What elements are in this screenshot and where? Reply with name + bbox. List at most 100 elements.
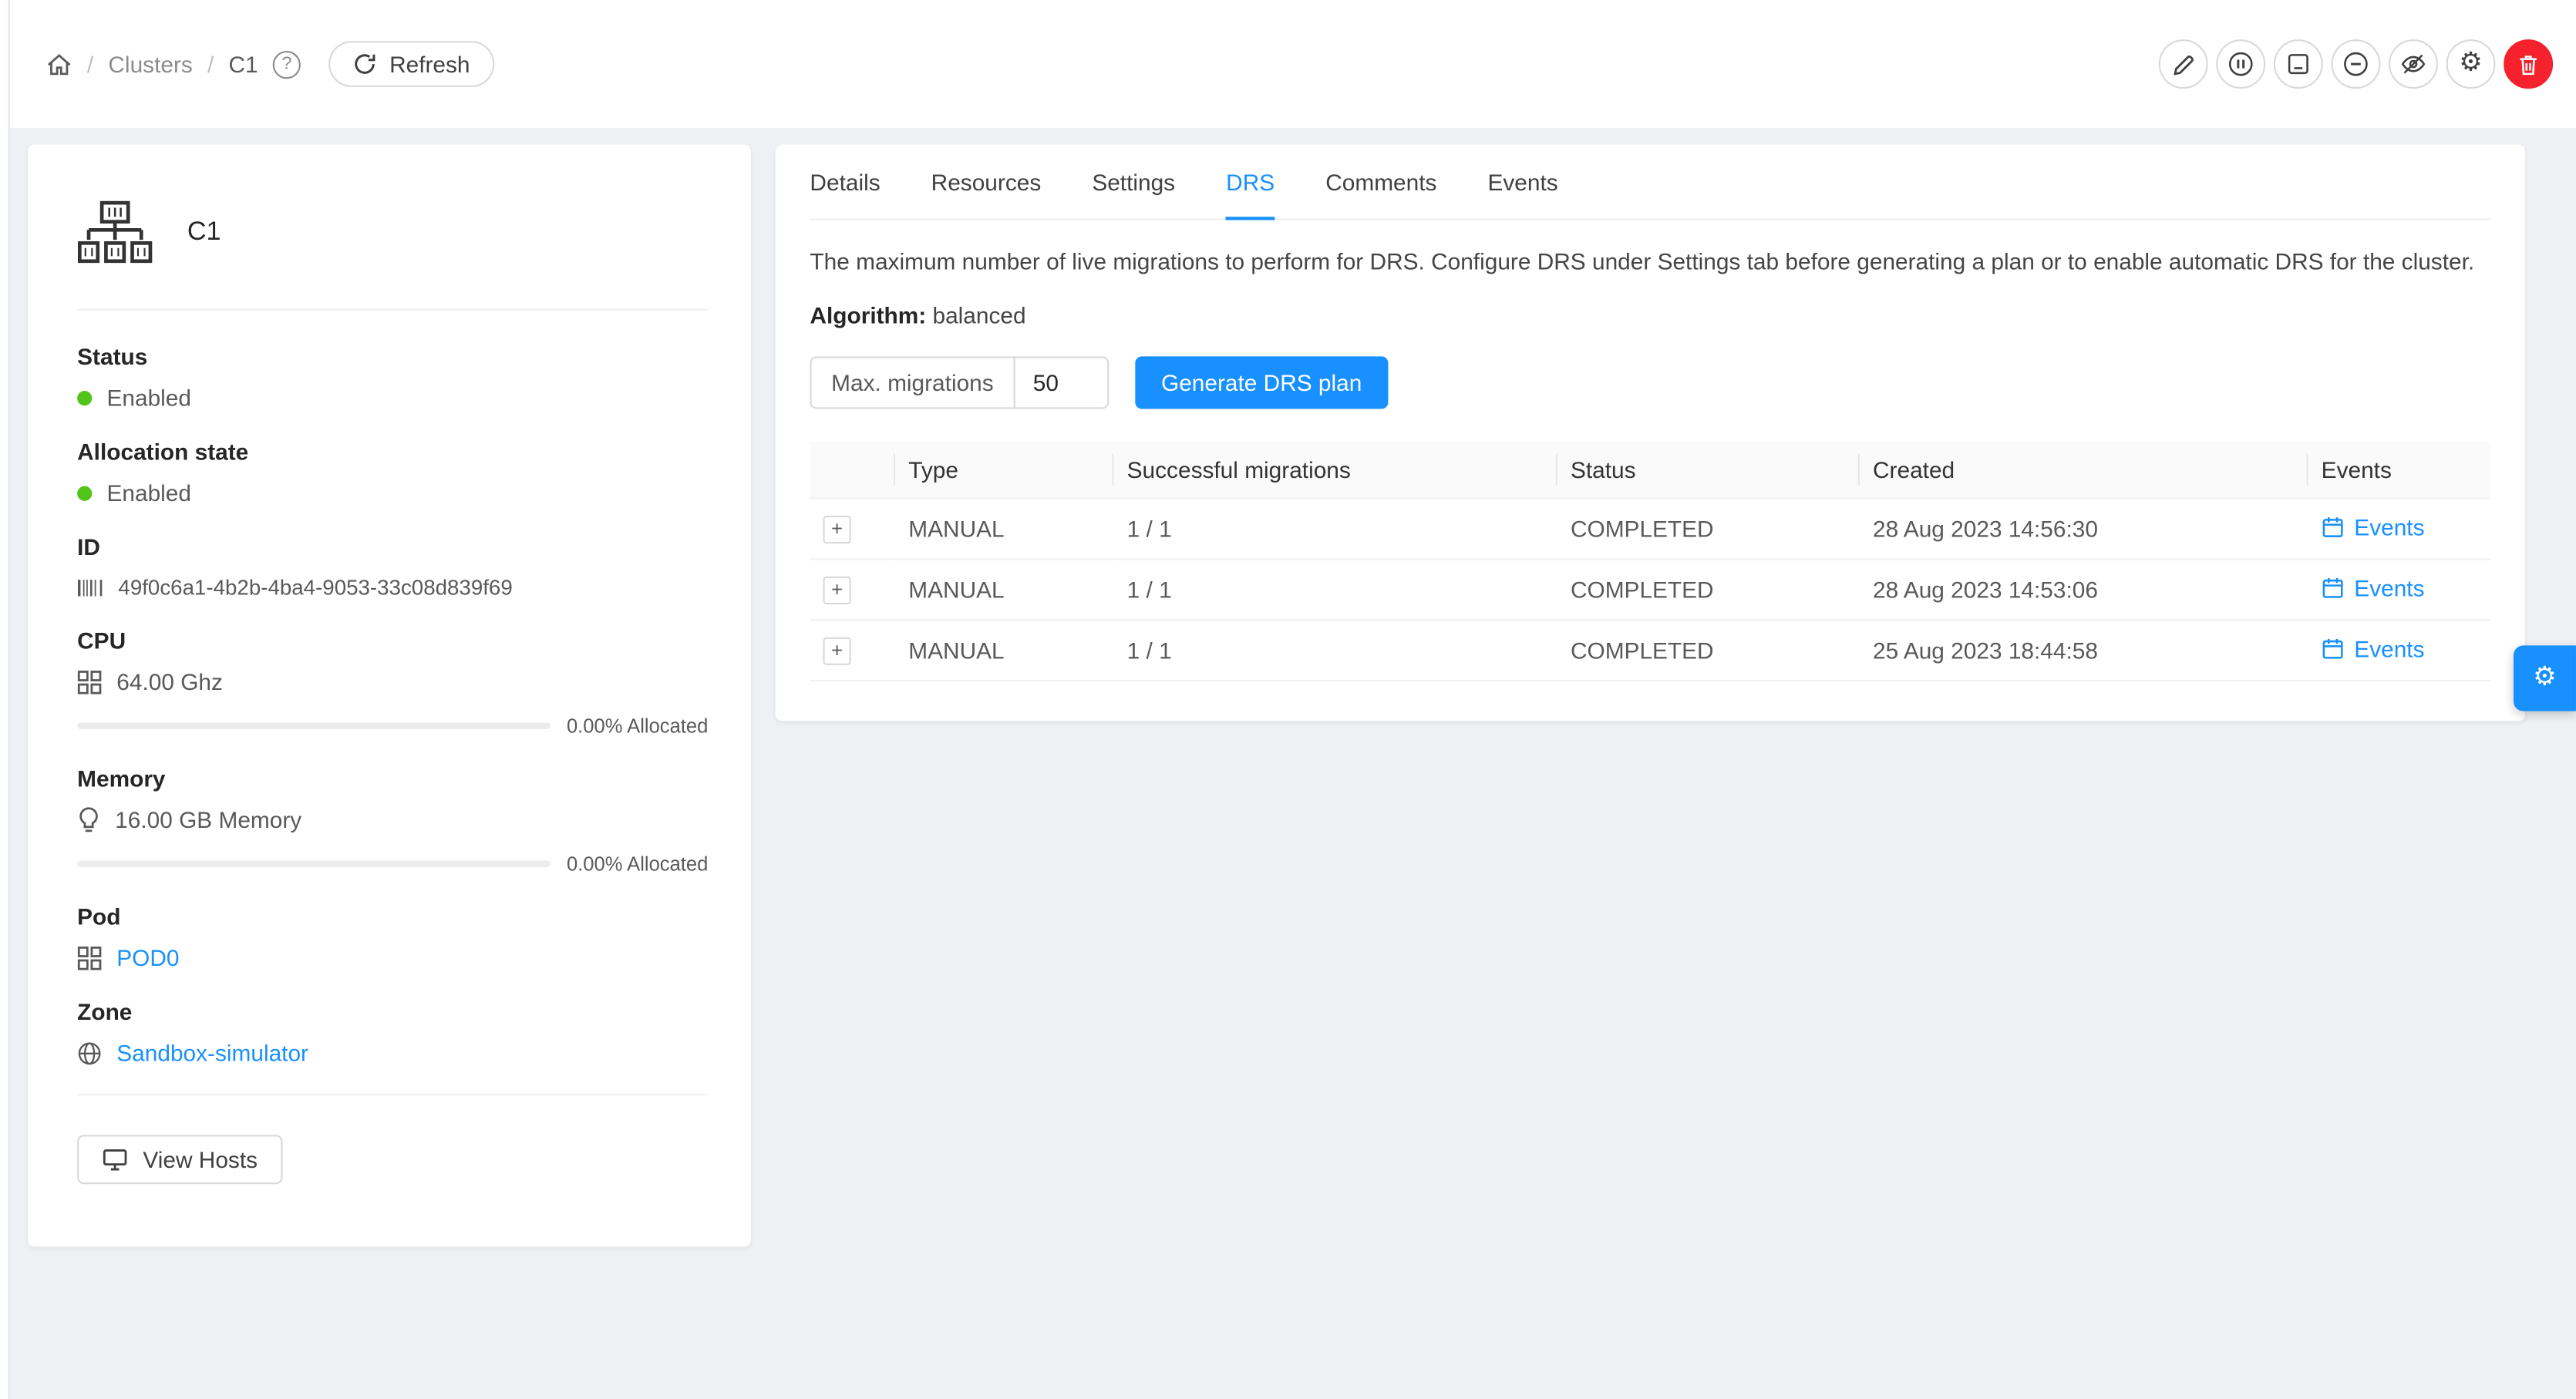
tab-comments[interactable]: Comments: [1325, 145, 1436, 220]
grid-icon: [77, 669, 102, 694]
view-hosts-button[interactable]: View Hosts: [77, 1135, 282, 1184]
out-of-band-button[interactable]: [2389, 39, 2438, 89]
field-label: Zone: [77, 998, 708, 1024]
cluster-icon: [77, 200, 153, 266]
divider: [77, 1094, 708, 1095]
cpu-value: 64.00 Ghz: [116, 668, 223, 694]
manage-cluster-button[interactable]: [2274, 39, 2323, 89]
gear-icon: ⚙: [2459, 51, 2483, 77]
generate-drs-plan-button[interactable]: Generate DRS plan: [1135, 356, 1389, 409]
delete-cluster-button[interactable]: [2504, 39, 2553, 89]
pencil-icon: [2171, 52, 2196, 76]
settings-flyout-button[interactable]: ⚙: [2514, 645, 2576, 711]
memory-progress: 0.00% Allocated: [77, 853, 708, 876]
field-allocation-state: Allocation state Enabled: [77, 439, 708, 506]
calendar-icon: [2322, 515, 2345, 538]
cell-migrations: 1 / 1: [1114, 498, 1557, 559]
row-events-link[interactable]: Events: [2322, 574, 2425, 600]
disable-cluster-button[interactable]: [2216, 39, 2265, 89]
col-successful-migrations: Successful migrations: [1114, 442, 1557, 497]
grid-icon: [77, 945, 102, 970]
tab-events[interactable]: Events: [1487, 145, 1557, 220]
trash-icon: [2517, 52, 2540, 76]
field-memory: Memory 16.00 GB Memory 0.00% Allocated: [77, 765, 708, 876]
refresh-label: Refresh: [389, 51, 470, 77]
field-label: Allocation state: [77, 439, 708, 465]
max-migrations-label: Max. migrations: [810, 356, 1015, 409]
tab-drs[interactable]: DRS: [1226, 145, 1275, 220]
field-label: Pod: [77, 903, 708, 930]
field-status: Status Enabled: [77, 343, 708, 410]
cell-status: COMPLETED: [1557, 619, 1860, 680]
col-events: Events: [2308, 442, 2491, 497]
status-dot: [77, 390, 92, 405]
drs-algorithm: Algorithm: balanced: [810, 302, 2490, 328]
row-events-link[interactable]: Events: [2322, 513, 2425, 540]
tab-bar: Details Resources Settings DRS Comments …: [810, 145, 2490, 220]
cell-type: MANUAL: [895, 558, 1113, 619]
globe-icon: [77, 1041, 102, 1065]
drs-description: The maximum number of live migrations to…: [810, 244, 2490, 279]
cell-created: 28 Aug 2023 14:53:06: [1860, 558, 2308, 619]
table-header-row: Type Successful migrations Status Create…: [810, 442, 2490, 497]
expand-row-button[interactable]: +: [823, 576, 850, 604]
events-link-label: Events: [2354, 574, 2424, 600]
tab-details[interactable]: Details: [810, 145, 880, 220]
expand-row-button[interactable]: +: [823, 637, 850, 664]
field-zone: Zone Sandbox-simulator: [77, 998, 708, 1065]
reload-icon: [353, 52, 376, 76]
col-created: Created: [1860, 442, 2308, 497]
drs-controls: Max. migrations Generate DRS plan: [810, 356, 2490, 409]
table-row: + MANUAL 1 / 1 COMPLETED 28 Aug 2023 14:…: [810, 558, 2490, 619]
cpu-allocated-label: 0.00% Allocated: [567, 715, 708, 738]
home-icon[interactable]: [46, 52, 72, 76]
header-actions: ⚙: [2159, 39, 2553, 89]
resource-info-card: C1 Status Enabled Allocation state Enabl…: [28, 145, 751, 1247]
breadcrumb: / Clusters / C1 ? Refresh: [46, 41, 495, 87]
breadcrumb-separator: /: [207, 51, 214, 77]
row-events-link[interactable]: Events: [2322, 635, 2425, 661]
cell-created: 25 Aug 2023 18:44:58: [1860, 619, 2308, 680]
progress-bar: [77, 860, 551, 867]
refresh-button[interactable]: Refresh: [328, 41, 494, 87]
field-label: ID: [77, 533, 708, 560]
edit-button[interactable]: [2159, 39, 2208, 89]
gear-icon: ⚙: [2533, 665, 2557, 691]
progress-bar: [77, 723, 551, 730]
cell-status: COMPLETED: [1557, 558, 1860, 619]
eye-slash-icon: [2400, 51, 2426, 77]
pod-link[interactable]: POD0: [116, 944, 179, 970]
field-cpu: CPU 64.00 Ghz 0.00% Allocated: [77, 627, 708, 738]
field-label: CPU: [77, 627, 708, 654]
help-icon[interactable]: ?: [273, 50, 301, 78]
cpu-progress: 0.00% Allocated: [77, 715, 708, 738]
drs-plans-table: Type Successful migrations Status Create…: [810, 442, 2490, 681]
cell-status: COMPLETED: [1557, 498, 1860, 559]
calendar-icon: [2322, 637, 2345, 660]
table-row: + MANUAL 1 / 1 COMPLETED 28 Aug 2023 14:…: [810, 498, 2490, 559]
breadcrumb-separator: /: [87, 51, 93, 77]
events-link-label: Events: [2354, 635, 2424, 661]
cell-type: MANUAL: [895, 619, 1113, 680]
field-label: Memory: [77, 765, 708, 792]
algorithm-value: balanced: [933, 302, 1026, 328]
square-icon: [2287, 52, 2310, 76]
breadcrumb-clusters[interactable]: Clusters: [108, 51, 192, 77]
collapsed-sidebar-edge: [0, 0, 10, 1399]
cell-migrations: 1 / 1: [1114, 558, 1557, 619]
tab-settings[interactable]: Settings: [1092, 145, 1175, 220]
allocation-value: Enabled: [106, 479, 190, 506]
resource-id: 49f0c6a1-4b2b-4ba4-9053-33c08d839f69: [118, 575, 512, 600]
cell-type: MANUAL: [895, 498, 1113, 559]
unmanage-cluster-button[interactable]: [2331, 39, 2380, 89]
max-migrations-input[interactable]: [1013, 356, 1109, 409]
field-id: ID 49f0c6a1-4b2b-4ba4-9053-33c08d839f69: [77, 533, 708, 599]
status-dot: [77, 486, 92, 500]
field-label: Status: [77, 343, 708, 369]
cell-migrations: 1 / 1: [1114, 619, 1557, 680]
minus-circle-icon: [2342, 51, 2369, 77]
tab-resources[interactable]: Resources: [931, 145, 1042, 220]
expand-row-button[interactable]: +: [823, 515, 850, 543]
configure-ha-button[interactable]: ⚙: [2446, 39, 2496, 89]
zone-link[interactable]: Sandbox-simulator: [116, 1040, 308, 1066]
